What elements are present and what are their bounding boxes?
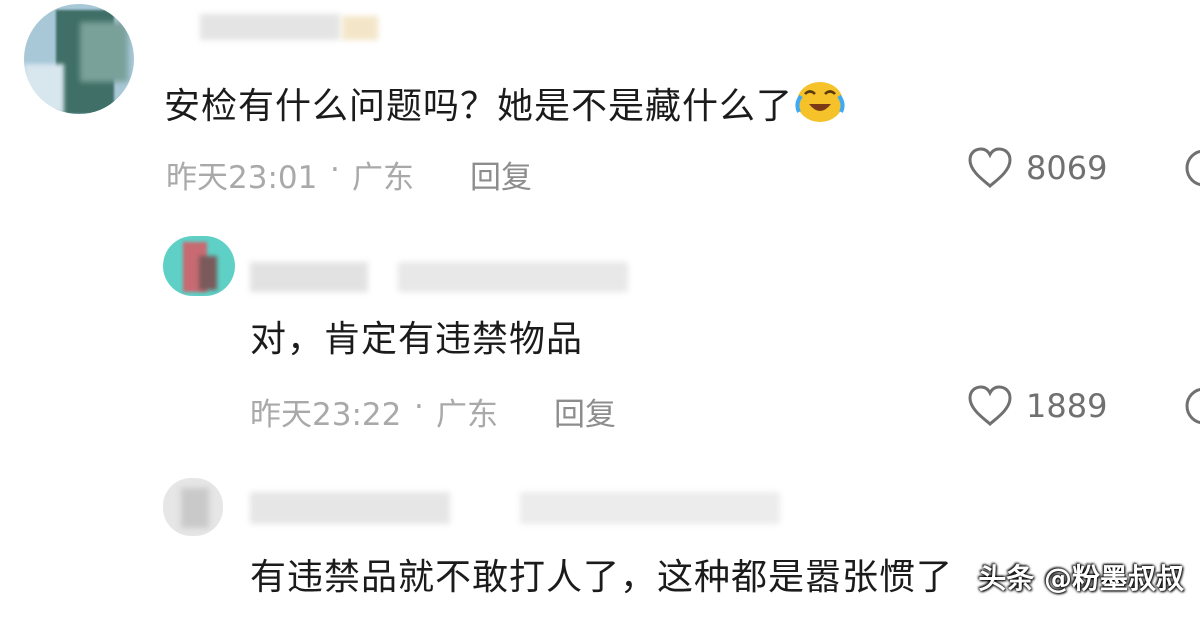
comment-3: 有违禁品就不敢打人了，这种都是嚣张惯了 (0, 0, 1200, 619)
comment-text: 有违禁品就不敢打人了，这种都是嚣张惯了 (250, 557, 954, 598)
username-blurred[interactable] (250, 484, 780, 528)
avatar[interactable] (163, 478, 223, 536)
watermark: 头条 @粉墨叔叔 (978, 562, 1184, 595)
